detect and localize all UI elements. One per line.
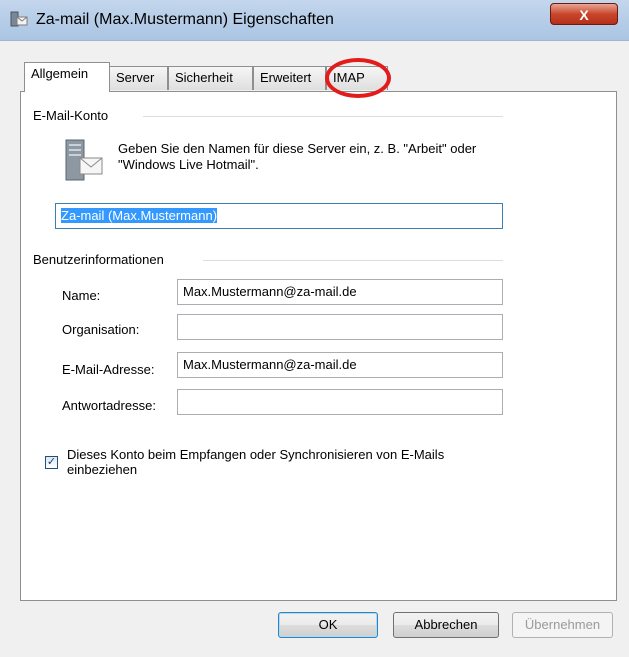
account-name-input[interactable]: Za-mail (Max.Mustermann) — [55, 203, 503, 229]
group-divider — [203, 260, 503, 261]
apply-label: Übernehmen — [524, 617, 601, 632]
name-label: Name: — [62, 288, 101, 303]
reply-address-input[interactable] — [177, 389, 503, 415]
ok-label: OK — [318, 617, 338, 632]
tab-label: Erweitert — [260, 70, 312, 85]
account-description: Geben Sie den Namen für diese Server ein… — [118, 141, 477, 172]
cancel-label: Abbrechen — [414, 617, 478, 632]
tab-allgemein[interactable]: Allgemein — [24, 62, 110, 92]
name-input[interactable]: Max.Mustermann@za-mail.de — [177, 279, 503, 305]
cancel-button[interactable]: Abbrechen — [393, 612, 499, 638]
mail-server-icon — [65, 139, 103, 181]
include-account-label[interactable]: Dieses Konto beim Empfangen oder Synchro… — [67, 447, 487, 477]
tab-label: Allgemein — [31, 66, 89, 81]
title-bar[interactable]: Za-mail (Max.Mustermann) Eigenschaften X — [0, 0, 629, 41]
group-divider — [143, 116, 503, 117]
highlight-ring — [325, 58, 391, 98]
tab-server[interactable]: Server — [109, 66, 168, 90]
tab-label: Sicherheit — [175, 70, 233, 85]
name-value: Max.Mustermann@za-mail.de — [183, 284, 357, 299]
ok-button[interactable]: OK — [278, 612, 378, 638]
email-address-input[interactable]: Max.Mustermann@za-mail.de — [177, 352, 503, 378]
account-name-value: Za-mail (Max.Mustermann) — [61, 208, 218, 223]
properties-dialog: Za-mail (Max.Mustermann) Eigenschaften X… — [0, 0, 629, 657]
reply-address-label: Antwortadresse: — [62, 398, 156, 413]
apply-button[interactable]: Übernehmen — [512, 612, 613, 638]
email-account-group-label: E-Mail-Konto — [33, 108, 109, 123]
window-title: Za-mail (Max.Mustermann) Eigenschaften — [36, 11, 334, 28]
mail-account-icon — [10, 11, 28, 27]
tab-sicherheit[interactable]: Sicherheit — [168, 66, 253, 90]
organisation-label: Organisation: — [62, 322, 140, 337]
organisation-input[interactable] — [177, 314, 503, 340]
tab-erweitert[interactable]: Erweitert — [253, 66, 326, 90]
include-account-checkbox[interactable]: ✓ — [45, 456, 58, 469]
email-address-value: Max.Mustermann@za-mail.de — [183, 357, 357, 372]
close-button[interactable]: X — [550, 3, 618, 25]
close-icon: X — [579, 7, 589, 23]
email-address-label: E-Mail-Adresse: — [62, 362, 155, 377]
tab-label: Server — [116, 70, 155, 85]
user-info-group-label: Benutzerinformationen — [33, 252, 164, 267]
